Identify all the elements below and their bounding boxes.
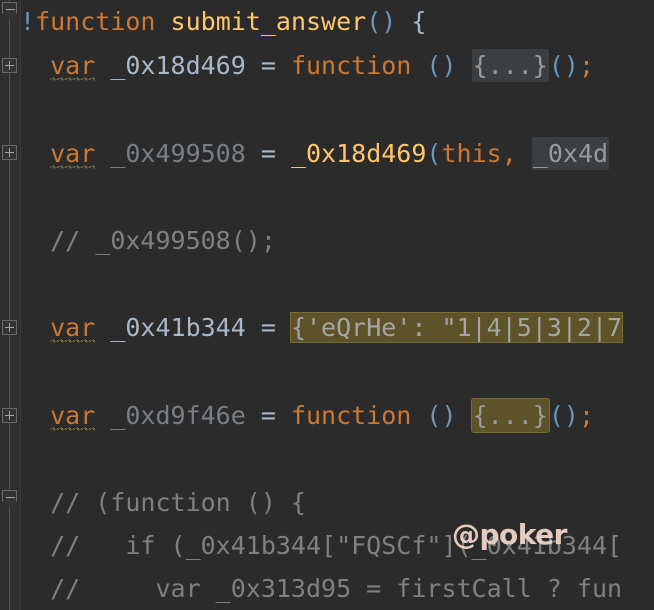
comment-text: // _0x499508(); — [50, 226, 276, 255]
folded-code-badge[interactable]: {...} — [470, 398, 550, 433]
comment-text: // var _0x313d95 = firstCall ? fun — [50, 574, 623, 603]
unused-variable-name: _0xd9f46e — [95, 401, 246, 430]
folded-code-badge[interactable]: {...} — [471, 49, 549, 82]
code-line-3: var _0x499508 = _0x18d469(this, _0x4d — [20, 132, 610, 175]
keyword-this: this — [441, 139, 502, 168]
expand-fold-marker-line-2[interactable] — [2, 58, 17, 73]
open-paren: ( — [426, 139, 442, 168]
assign-operator: = — [245, 139, 291, 168]
comment-text: // (function () { — [50, 488, 306, 517]
collapse-fold-marker-line-1[interactable] — [2, 2, 17, 21]
code-line-1: !function submit_answer() { — [20, 0, 426, 43]
keyword-function: function — [35, 7, 156, 36]
assign-operator: = — [245, 401, 291, 430]
expand-fold-marker-line-5[interactable] — [2, 320, 17, 335]
fold-rail — [9, 0, 10, 610]
code-line-5: var _0x41b344 = {'eQrHe': "1|4|5|3|2|7 — [20, 306, 624, 349]
semicolon: ; — [578, 51, 595, 80]
param-parens: () — [411, 51, 472, 80]
param-parens: () — [411, 401, 472, 430]
keyword-var: var — [50, 44, 96, 87]
comma: , — [501, 139, 532, 168]
variable-name: _0x18d469 — [95, 51, 246, 80]
editor-gutter — [0, 0, 21, 610]
unused-variable-name: _0x499508 — [95, 139, 246, 168]
param-parens: () — [366, 7, 397, 36]
variable-name: _0x41b344 — [95, 313, 246, 342]
call-parens: () — [548, 401, 579, 430]
open-brace: { — [396, 7, 427, 36]
expand-fold-marker-line-3[interactable] — [2, 145, 17, 160]
code-text-area[interactable]: !function submit_answer() { var _0x18d46… — [20, 0, 654, 610]
semicolon: ; — [578, 401, 595, 430]
collapse-fold-marker-line-8[interactable] — [2, 490, 17, 509]
call-parens: () — [548, 51, 579, 80]
function-name: submit_answer — [170, 7, 367, 36]
comment-text: // if (_0x41b344["FQSCf"](_0x41b344[ — [50, 531, 623, 560]
keyword-var: var — [50, 394, 96, 437]
keyword-function: function — [290, 51, 412, 80]
callee-name: _0x18d469 — [290, 139, 427, 168]
assign-operator: = — [245, 313, 291, 342]
code-line-2: var _0x18d469 = function () {...}(); — [20, 44, 594, 87]
code-line-7: // (function () { — [20, 481, 306, 524]
keyword-var: var — [50, 132, 96, 175]
code-line-8: // if (_0x41b344["FQSCf"](_0x41b344[ — [20, 524, 622, 567]
code-editor-window: !function submit_answer() { var _0x18d46… — [0, 0, 654, 610]
keyword-var: var — [50, 306, 96, 349]
code-line-6: var _0xd9f46e = function () {...}(); — [20, 394, 594, 437]
search-match-highlight: {'eQrHe': "1|4|5|3|2|7 — [289, 312, 624, 343]
keyword-function: function — [290, 401, 412, 430]
truncated-argument: _0x4d — [531, 137, 610, 170]
expand-fold-marker-line-6[interactable] — [2, 408, 17, 423]
code-line-9: // var _0x313d95 = firstCall ? fun — [20, 567, 622, 610]
assign-operator: = — [245, 51, 291, 80]
code-line-4: // _0x499508(); — [20, 219, 276, 262]
logical-not-operator: ! — [20, 7, 36, 36]
